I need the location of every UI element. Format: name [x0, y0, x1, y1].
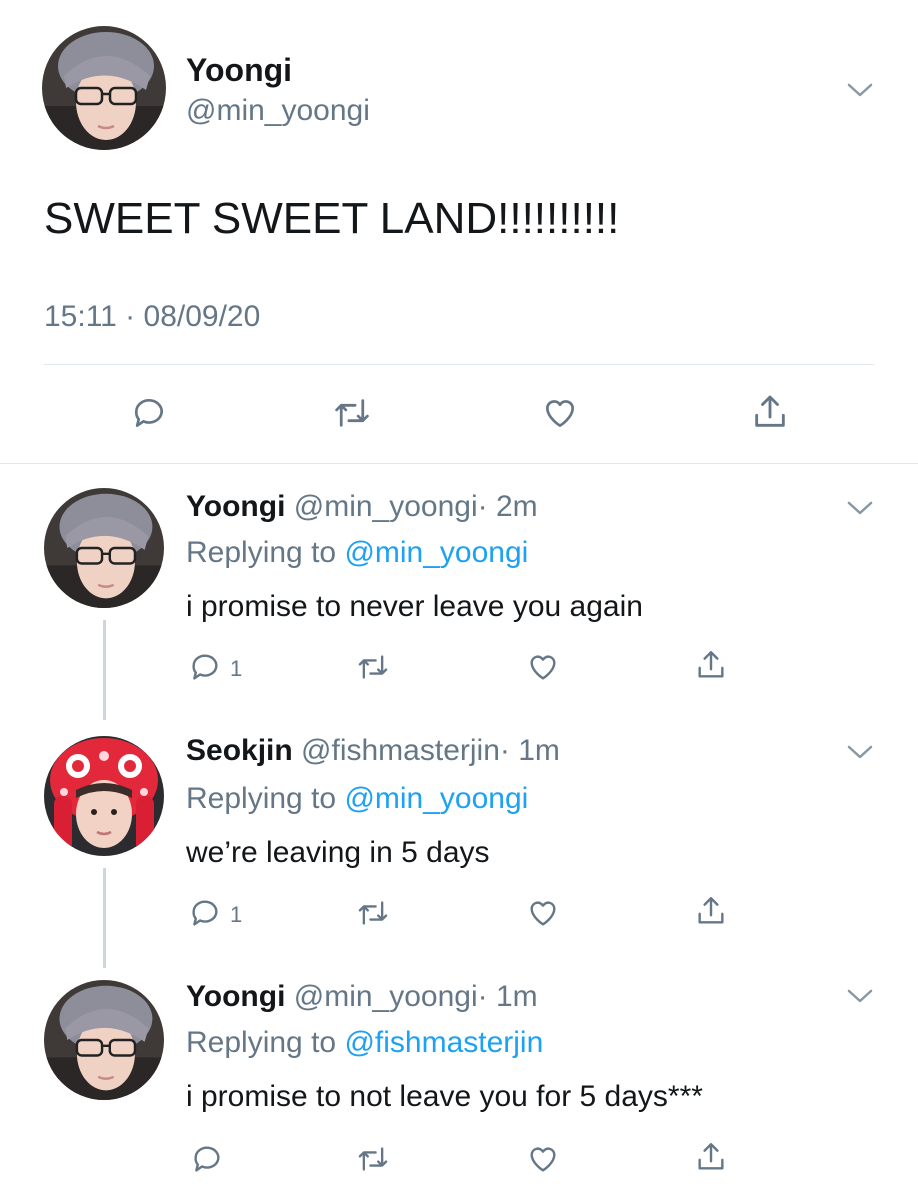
replying-to: Replying to @min_yoongi	[186, 536, 528, 570]
reply-text: i promise to not leave you for 5 days***	[186, 1080, 703, 1113]
mention-link[interactable]: @min_yoongi	[344, 536, 528, 569]
user-handle[interactable]: @fishmasterjin	[301, 734, 500, 767]
share-icon[interactable]	[694, 894, 728, 928]
reply-count: 1	[230, 902, 243, 927]
reply-count: 1	[230, 656, 243, 681]
divider	[44, 364, 874, 365]
reply-header: Seokjin @fishmasterjin· 1m	[186, 734, 560, 768]
replying-label: Replying to	[186, 1026, 337, 1059]
thread-line	[103, 620, 106, 720]
retweet-icon[interactable]	[356, 1142, 390, 1176]
reply-text: i promise to never leave you again	[186, 590, 643, 623]
tweet-text: SWEET SWEET LAND!!!!!!!!!!	[44, 194, 620, 243]
avatar[interactable]	[44, 980, 164, 1100]
avatar[interactable]	[44, 736, 164, 856]
display-name[interactable]: Seokjin	[186, 734, 293, 767]
mention-link[interactable]: @min_yoongi	[344, 782, 528, 815]
mention-link[interactable]: @fishmasterjin	[344, 1026, 543, 1059]
reply-time: · 2m	[477, 490, 538, 523]
user-handle[interactable]: @min_yoongi	[294, 490, 478, 523]
like-icon[interactable]	[540, 394, 580, 432]
replying-to: Replying to @min_yoongi	[186, 782, 528, 816]
share-icon[interactable]	[750, 392, 790, 432]
chevron-down-icon[interactable]	[846, 986, 874, 1006]
tweet-timestamp: 15:11 · 08/09/20	[44, 300, 261, 333]
share-icon[interactable]	[694, 1140, 728, 1174]
reply-time: · 1m	[477, 980, 538, 1013]
replying-to: Replying to @fishmasterjin	[186, 1026, 543, 1060]
like-icon[interactable]	[526, 896, 560, 930]
reply-time: · 1m	[499, 734, 560, 767]
thread-line	[103, 868, 106, 968]
chevron-down-icon[interactable]	[846, 498, 874, 518]
user-handle[interactable]: @min_yoongi	[186, 94, 370, 128]
replying-label: Replying to	[186, 782, 337, 815]
divider	[0, 463, 918, 464]
reply-icon[interactable]	[130, 394, 168, 432]
display-name[interactable]: Yoongi	[186, 980, 285, 1013]
reply-icon[interactable]	[188, 650, 222, 684]
replying-label: Replying to	[186, 536, 337, 569]
display-name[interactable]: Yoongi	[186, 490, 285, 523]
display-name[interactable]: Yoongi	[186, 52, 292, 89]
avatar[interactable]	[42, 26, 166, 150]
reply-header: Yoongi @min_yoongi· 2m	[186, 490, 538, 524]
reply-header: Yoongi @min_yoongi· 1m	[186, 980, 538, 1014]
retweet-icon[interactable]	[332, 394, 372, 432]
reply-text: we’re leaving in 5 days	[186, 836, 490, 869]
chevron-down-icon[interactable]	[846, 742, 874, 762]
like-icon[interactable]	[526, 650, 560, 684]
user-handle[interactable]: @min_yoongi	[294, 980, 478, 1013]
chevron-down-icon[interactable]	[846, 80, 874, 100]
avatar[interactable]	[44, 488, 164, 608]
retweet-icon[interactable]	[356, 896, 390, 930]
like-icon[interactable]	[526, 1142, 560, 1176]
reply-icon[interactable]	[190, 1142, 224, 1176]
share-icon[interactable]	[694, 648, 728, 682]
reply-icon[interactable]	[188, 896, 222, 930]
retweet-icon[interactable]	[356, 650, 390, 684]
